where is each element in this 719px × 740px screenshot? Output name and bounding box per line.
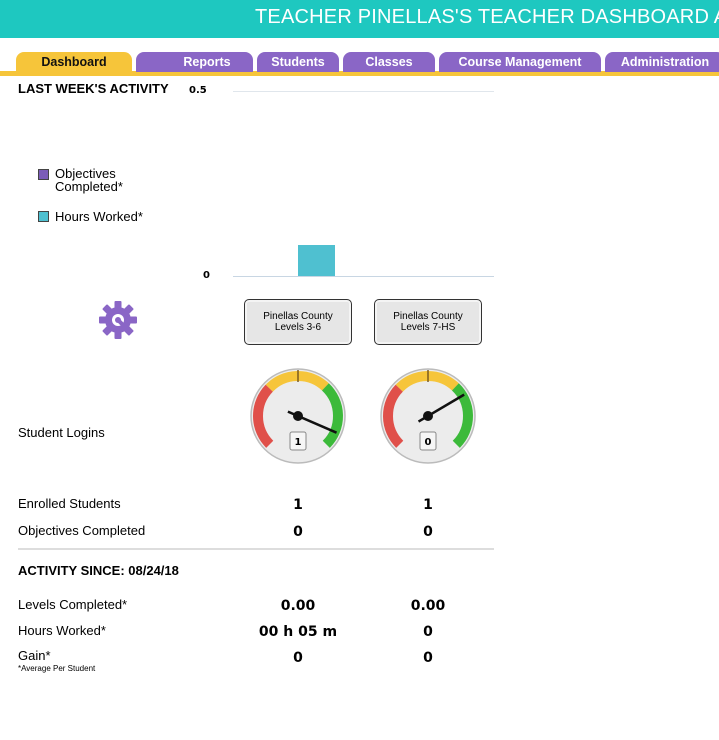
page-title: TEACHER PINELLAS'S TEACHER DASHBOARD AS bbox=[255, 6, 719, 28]
gain-label: Gain* bbox=[18, 648, 51, 663]
enrolled-students-value: 1 bbox=[423, 497, 433, 513]
objectives-completed-value: 0 bbox=[293, 524, 303, 540]
student-logins-label: Student Logins bbox=[18, 425, 105, 440]
levels-completed-value: 0.00 bbox=[410, 598, 446, 614]
activity-heading: LAST WEEK'S ACTIVITY bbox=[18, 81, 169, 96]
enrolled-students-value: 1 bbox=[293, 497, 303, 513]
objectives-completed-value: 0 bbox=[423, 524, 433, 540]
tab-classes[interactable]: Classes bbox=[343, 52, 435, 72]
course-button-line1: Pinellas County bbox=[393, 311, 463, 322]
tab-students[interactable]: Students bbox=[257, 52, 339, 72]
levels-completed-value: 0.00 bbox=[280, 598, 316, 614]
gauge-logins-value: 1 bbox=[295, 437, 302, 448]
legend-swatch-objectives bbox=[38, 169, 49, 180]
chart-bar bbox=[298, 245, 335, 276]
levels-completed-label: Levels Completed* bbox=[18, 597, 128, 612]
legend-swatch-hours bbox=[38, 211, 49, 222]
legend-label-objectives: Objectives Completed* bbox=[55, 166, 123, 194]
course-button-line2: Levels 7-HS bbox=[400, 322, 456, 333]
gauge-hub bbox=[423, 411, 433, 421]
activity-since-heading: ACTIVITY SINCE: 08/24/18 bbox=[18, 563, 179, 578]
gauge-hub bbox=[293, 411, 303, 421]
student-logins-gauge: 0 bbox=[378, 366, 478, 466]
tab-course-management[interactable]: Course Management bbox=[439, 52, 601, 72]
y-axis-min-label: 0 bbox=[203, 270, 210, 281]
average-per-student-note: *Average Per Student bbox=[18, 664, 96, 673]
tab-administration[interactable]: Administration bbox=[605, 52, 719, 72]
student-logins-gauge: 1 bbox=[248, 366, 348, 466]
gain-value: 0 bbox=[423, 650, 433, 666]
hours-worked-value: 0 bbox=[423, 624, 433, 640]
course-button-levels-3-6[interactable]: Pinellas County Levels 3-6 bbox=[244, 299, 352, 345]
dashboard-header: TEACHER PINELLAS'S TEACHER DASHBOARD AS bbox=[0, 0, 719, 38]
gauge-logins-value: 0 bbox=[425, 437, 432, 448]
course-button-line1: Pinellas County bbox=[263, 311, 333, 322]
course-button-levels-7-hs[interactable]: Pinellas County Levels 7-HS bbox=[374, 299, 482, 345]
tab-reports[interactable]: Reports bbox=[136, 52, 253, 72]
objectives-completed-label: Objectives Completed bbox=[18, 523, 146, 538]
main-tab-bar: Dashboard Reports Students Classes Cours… bbox=[0, 50, 719, 76]
hours-worked-value: 00 h 05 m bbox=[258, 624, 338, 640]
settings-wrench-icon[interactable] bbox=[96, 298, 140, 342]
legend-label-hours: Hours Worked* bbox=[55, 209, 143, 224]
section-divider bbox=[18, 548, 494, 550]
course-button-line2: Levels 3-6 bbox=[274, 322, 322, 333]
hours-worked-label: Hours Worked* bbox=[18, 623, 106, 638]
enrolled-students-label: Enrolled Students bbox=[18, 496, 121, 511]
tab-dashboard[interactable]: Dashboard bbox=[16, 52, 132, 76]
y-axis-max-label: 0.5 bbox=[189, 85, 207, 96]
chart-baseline bbox=[233, 276, 494, 277]
gain-value: 0 bbox=[293, 650, 303, 666]
chart-top-gridline bbox=[233, 91, 494, 92]
